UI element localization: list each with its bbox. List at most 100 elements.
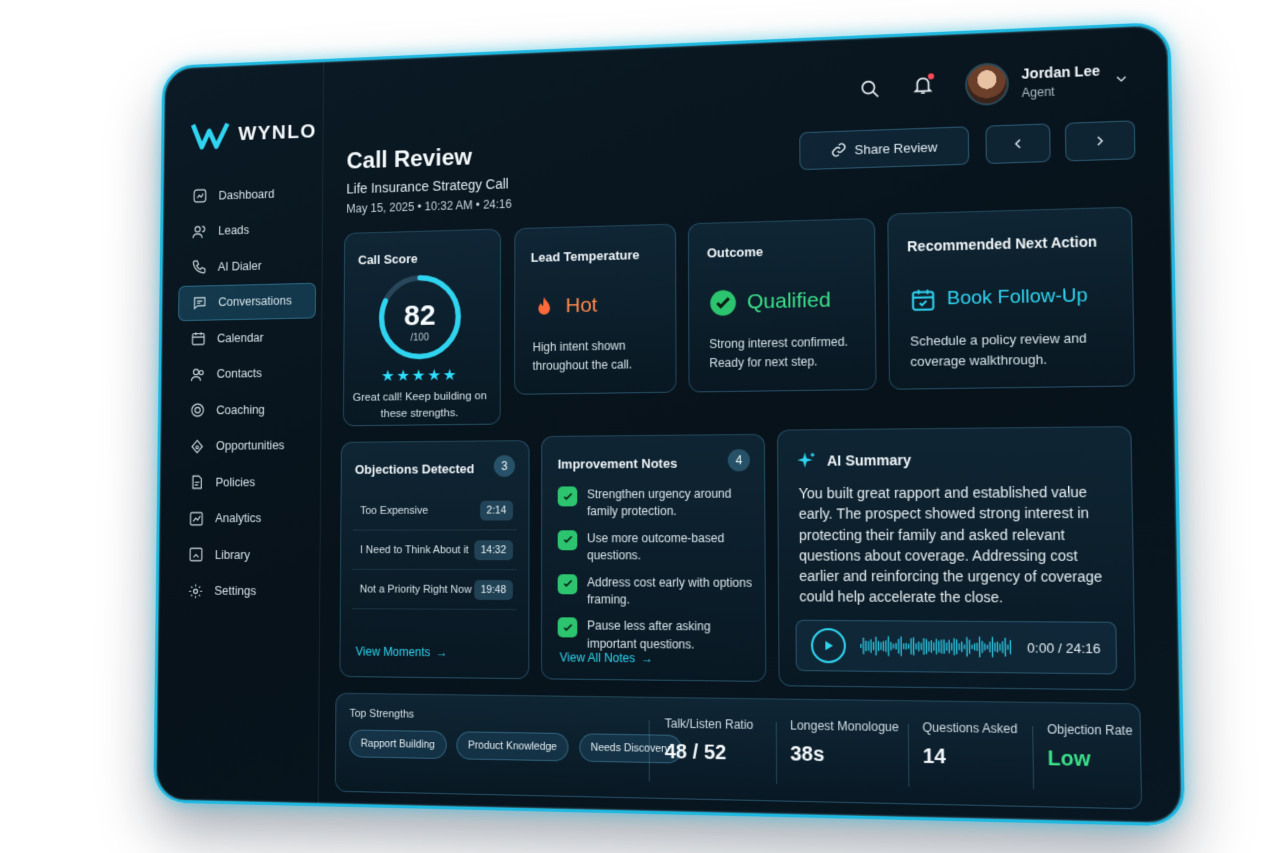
waveform-bar [880,642,881,650]
list-item[interactable]: I Need to Think About it 14:32 [352,530,517,570]
waveform-bar [938,641,939,653]
app-window: WYNLO Dashboard Leads AI Dialer Conversa… [153,22,1185,827]
sidebar-item-calendar[interactable]: Calendar [178,318,316,356]
waveform-bar [936,639,937,655]
brand-logo[interactable]: WYNLO [191,117,317,150]
search-icon[interactable] [859,77,882,100]
outcome-text: Strong interest confirmed. Ready for nex… [709,332,867,372]
view-moments-label: View Moments [356,645,431,660]
outcome-card: Outcome Qualified Strong interest confir… [688,218,877,393]
waveform-bar [956,639,957,654]
score-comment: Great call! Keep building on these stren… [344,388,496,423]
waveform-bar [1005,638,1006,657]
waveform-bar [928,641,929,651]
waveform-bar [926,639,927,654]
sidebar-item-conversations[interactable]: Conversations [178,282,316,320]
audio-player: 0:00 / 24:16 [795,620,1117,675]
share-review-label: Share Review [854,139,937,157]
waveform-bar [888,636,889,656]
waveform-bar [954,638,955,655]
strength-chip: Product Knowledge [456,731,568,761]
previous-button[interactable] [985,123,1050,164]
waveform-bar [976,643,977,651]
dashboard-icon [192,188,208,205]
objection-timestamp[interactable]: 2:14 [480,500,513,520]
next-action-card: Recommended Next Action Book Follow-Up S… [887,207,1135,390]
gear-icon [188,583,204,600]
view-moments-link[interactable]: View Moments → [356,645,448,660]
next-action-text: Schedule a policy review and coverage wa… [910,328,1121,373]
policy-icon [189,474,205,490]
divider [776,722,777,784]
sidebar-item-opportunities[interactable]: Opportunities [176,427,314,464]
stat-questions-asked: Questions Asked 14 [922,720,1018,771]
sidebar-item-label: Opportunities [216,439,285,453]
notifications-button[interactable] [912,73,935,101]
waveform-bar [908,644,909,649]
waveform-bar [948,640,949,653]
flame-icon [533,295,556,319]
card-title: Call Score [358,251,418,267]
page-subtitle: Life Insurance Strategy Call [346,176,508,197]
lead-status: Hot [533,294,598,319]
card-title: Lead Temperature [531,247,640,265]
leads-icon [192,223,208,240]
contacts-icon [190,366,206,383]
next-button[interactable] [1065,120,1136,161]
sidebar-item-contacts[interactable]: Contacts [177,355,315,393]
sidebar-item-label: Conversations [218,294,291,309]
waveform-bar [979,637,980,658]
waveform-bar [971,645,972,649]
sidebar-item-settings[interactable]: Settings [175,573,314,610]
lead-temperature-card: Lead Temperature Hot High intent shown t… [514,224,676,395]
stat-talk-listen: Talk/Listen Ratio 48 / 52 [665,716,754,766]
card-title: Improvement Notes [558,456,678,472]
sidebar-item-label: Dashboard [218,187,274,202]
waveform-bar [966,637,967,657]
sidebar-item-policies[interactable]: Policies [176,463,315,500]
sidebar-item-analytics[interactable]: Analytics [176,500,315,536]
chevron-right-icon [1091,132,1108,149]
sidebar-item-label: Settings [214,584,256,598]
sidebar-item-dashboard[interactable]: Dashboard [179,174,316,214]
waveform-scrubber[interactable] [860,630,1012,662]
chevron-down-icon[interactable] [1113,70,1130,87]
sidebar-item-leads[interactable]: Leads [179,210,317,249]
waveform-bar [974,643,975,650]
sidebar-item-coaching[interactable]: Coaching [177,391,315,428]
waveform-bar [868,641,869,651]
star-rating: ★★★★★ [344,365,496,387]
check-circle-icon [709,289,737,318]
sidebar: WYNLO Dashboard Leads AI Dialer Conversa… [156,62,324,803]
waveform-bar [951,643,952,651]
divider [908,724,910,787]
objection-timestamp[interactable]: 19:48 [474,579,513,599]
objection-timestamp[interactable]: 14:32 [474,540,513,560]
waveform-bar [873,642,874,650]
waveform-bar [895,643,896,650]
play-button[interactable] [811,628,846,663]
sidebar-item-label: Policies [215,475,255,489]
user-menu[interactable]: Jordan Lee Agent [965,57,1130,106]
next-action-status[interactable]: Book Follow-Up [910,283,1088,313]
share-review-button[interactable]: Share Review [799,126,969,170]
stat-label: Questions Asked [922,720,1017,736]
waveform-bar [923,638,924,655]
stat-value: 48 / 52 [665,741,754,766]
view-all-notes-link[interactable]: View All Notes → [560,650,653,665]
call-score-card: Call Score 82 /100 ★★★★★ Great call! Kee… [343,229,501,427]
sidebar-item-ai-dialer[interactable]: AI Dialer [179,246,317,285]
sidebar-item-library[interactable]: Library [175,537,314,573]
notification-dot [928,73,934,79]
ai-summary-card: AI Summary You built great rapport and e… [777,426,1136,690]
waveform-bar [885,640,886,652]
stat-longest-monologue: Longest Monologue 38s [790,718,899,768]
improvement-notes-card: Improvement Notes 4 Strengthen urgency a… [541,434,766,682]
lead-temperature-text: High intent shown throughout the call. [533,336,660,375]
library-icon [188,546,204,562]
sidebar-item-label: Contacts [217,366,262,380]
list-item[interactable]: Too Expensive 2:14 [353,491,517,531]
list-item[interactable]: Not a Priority Right Now 19:48 [352,570,517,610]
waveform-bar [878,641,879,651]
target-icon [190,402,206,418]
